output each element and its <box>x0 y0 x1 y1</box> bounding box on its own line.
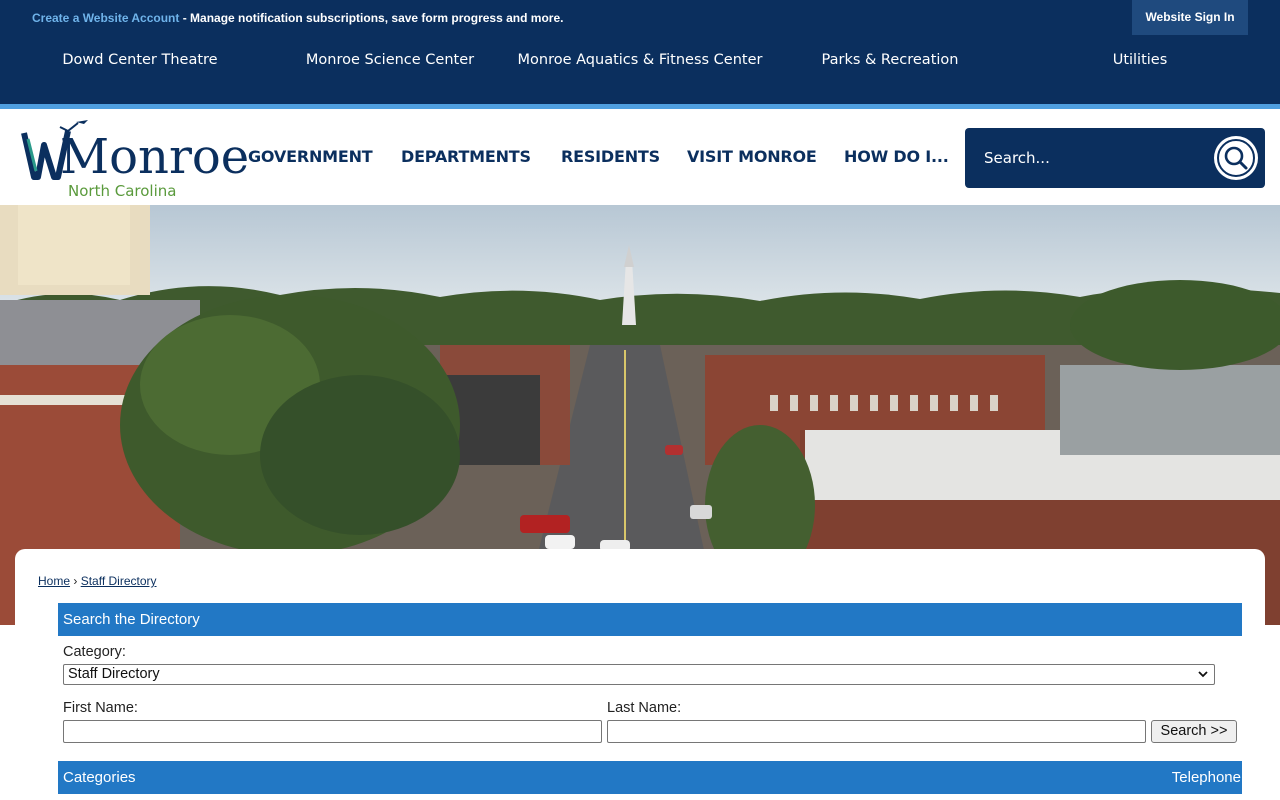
quick-link-utilities[interactable]: Utilities <box>1015 49 1265 72</box>
category-label: Category: <box>63 644 126 660</box>
nav-government[interactable]: GOVERNMENT <box>248 147 373 166</box>
account-message: Create a Website Account - Manage notifi… <box>32 11 563 25</box>
quick-links-bar: Dowd Center Theatre Monroe Science Cente… <box>0 36 1280 104</box>
quick-link-science-center[interactable]: Monroe Science Center <box>265 49 515 72</box>
column-categories[interactable]: Categories <box>63 769 136 786</box>
utility-bar: Create a Website Account - Manage notifi… <box>0 0 1280 36</box>
monroe-logo[interactable]: Monroe North Carolina <box>20 119 249 200</box>
category-selected-value: Staff Directory <box>68 666 160 682</box>
first-name-input[interactable] <box>63 720 602 743</box>
breadcrumb: Home › Staff Directory <box>38 574 157 588</box>
directory-search-heading: Search the Directory <box>58 603 1242 636</box>
sign-in-button[interactable]: Website Sign In <box>1132 0 1248 35</box>
breadcrumb-home[interactable]: Home <box>38 574 70 588</box>
nav-how-do-i[interactable]: HOW DO I... <box>844 147 949 166</box>
category-select[interactable]: Staff Directory <box>63 664 1215 685</box>
site-header: Monroe North Carolina GOVERNMENT DEPARTM… <box>0 109 1280 205</box>
search-icon <box>1224 146 1248 170</box>
search-input[interactable] <box>975 142 1205 174</box>
logo-word: Monroe <box>60 129 250 185</box>
chevron-down-icon <box>1198 671 1208 678</box>
nav-departments[interactable]: DEPARTMENTS <box>401 147 531 166</box>
nav-visit-monroe[interactable]: VISIT MONROE <box>687 147 817 166</box>
logo-subtitle: North Carolina <box>68 182 177 200</box>
column-telephone[interactable]: Telephone <box>1172 761 1241 794</box>
quick-link-dowd-center[interactable]: Dowd Center Theatre <box>15 49 265 72</box>
account-description: - Manage notification subscriptions, sav… <box>179 11 564 25</box>
last-name-input[interactable] <box>607 720 1146 743</box>
create-account-link[interactable]: Create a Website Account <box>32 11 179 25</box>
site-search <box>965 128 1265 188</box>
breadcrumb-separator: › <box>73 574 78 588</box>
nav-residents[interactable]: RESIDENTS <box>561 147 660 166</box>
first-name-label: First Name: <box>63 700 138 716</box>
breadcrumb-staff-directory[interactable]: Staff Directory <box>81 574 157 588</box>
results-header: Categories Telephone <box>58 761 1242 794</box>
directory-search-button[interactable]: Search >> <box>1151 720 1237 743</box>
quick-link-aquatics[interactable]: Monroe Aquatics & Fitness Center <box>515 49 765 72</box>
last-name-label: Last Name: <box>607 700 682 716</box>
quick-link-parks[interactable]: Parks & Recreation <box>765 49 1015 72</box>
search-button[interactable] <box>1214 136 1258 180</box>
